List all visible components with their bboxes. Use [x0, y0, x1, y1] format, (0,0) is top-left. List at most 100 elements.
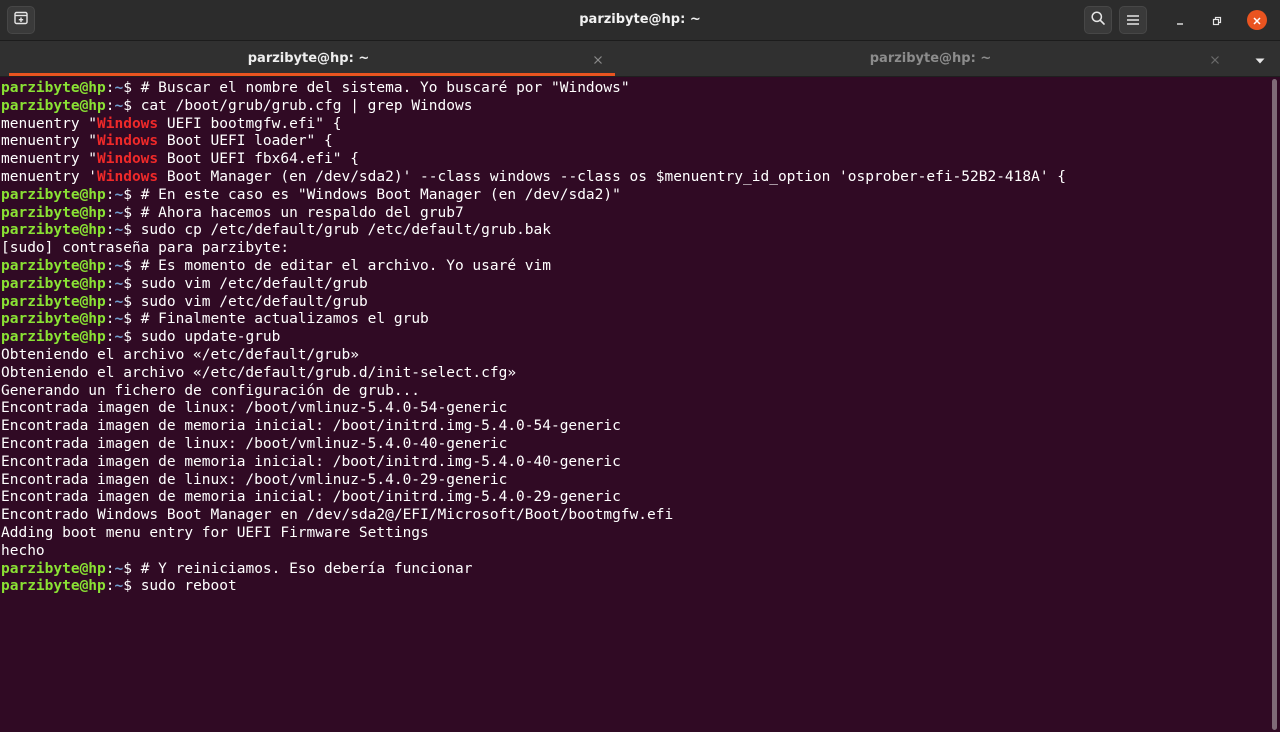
new-tab-button[interactable]	[7, 6, 35, 34]
grep-match: Windows	[97, 151, 159, 168]
prompt-symbol: $	[123, 186, 141, 203]
prompt-path: ~	[114, 204, 124, 221]
close-icon	[593, 50, 603, 69]
terminal-line: parzibyte@hp:~$ # Buscar el nombre del s…	[1, 79, 630, 97]
prompt-user-host: parzibyte@hp	[1, 311, 106, 328]
prompt-user-host: parzibyte@hp	[1, 80, 106, 96]
terminal-line: Encontrada imagen de linux: /boot/vmlinu…	[1, 399, 507, 417]
terminal-line: menuentry "Windows Boot UEFI fbx64.efi" …	[1, 150, 359, 168]
prompt-separator: :	[105, 578, 115, 595]
terminal-line: parzibyte@hp:~$ sudo reboot	[1, 577, 237, 595]
output-text: Obteniendo el archivo «/etc/default/grub…	[1, 347, 359, 363]
prompt-path: ~	[114, 258, 124, 274]
prompt-path: ~	[114, 329, 124, 346]
terminal-output[interactable]: parzibyte@hp:~$ # Buscar el nombre del s…	[0, 77, 1268, 732]
terminal-line: parzibyte@hp:~$ # Finalmente actualizamo…	[1, 310, 429, 328]
terminal-scrollbar[interactable]	[1272, 79, 1277, 730]
prompt-symbol: $	[123, 329, 141, 346]
prompt-path: ~	[114, 275, 124, 292]
terminal-line: menuentry "Windows Boot UEFI loader" {	[1, 132, 333, 150]
prompt-user-host: parzibyte@hp	[1, 293, 106, 310]
output-text: menuentry '	[1, 169, 98, 185]
command-text: sudo vim /etc/default/grub	[140, 275, 368, 292]
tab-bar: parzibyte@hp: ~ parzibyte@hp: ~	[0, 41, 1280, 77]
tab-terminal-2[interactable]: parzibyte@hp: ~	[622, 41, 1239, 76]
output-text: [sudo] contraseña para parzibyte:	[1, 240, 290, 257]
prompt-separator: :	[105, 293, 115, 310]
menu-button[interactable]	[1119, 6, 1147, 34]
tab-terminal-1[interactable]: parzibyte@hp: ~	[0, 41, 617, 76]
tab-close-button[interactable]	[1208, 52, 1222, 66]
terminal-line: parzibyte@hp:~$ sudo vim /etc/default/gr…	[1, 293, 368, 311]
close-window-button[interactable]	[1247, 10, 1267, 30]
tab-label: parzibyte@hp: ~	[869, 51, 992, 66]
prompt-symbol: $	[123, 222, 141, 239]
terminal-window: parzibyte@hp: ~ parzibyte@hp: ~ parzibyt…	[0, 0, 1280, 732]
prompt-separator: :	[105, 97, 115, 114]
tab-label: parzibyte@hp: ~	[247, 51, 370, 66]
new-tab-icon	[13, 10, 29, 30]
prompt-separator: :	[105, 186, 115, 203]
output-text: Obteniendo el archivo «/etc/default/grub…	[1, 364, 517, 381]
grep-match: Windows	[97, 133, 159, 150]
command-text: # Y reiniciamos. Eso debería funcionar	[140, 560, 473, 577]
maximize-button[interactable]	[1207, 10, 1227, 30]
prompt-separator: :	[105, 258, 115, 274]
prompt-user-host: parzibyte@hp	[1, 222, 106, 239]
terminal-line: parzibyte@hp:~$ # Y reiniciamos. Eso deb…	[1, 560, 472, 578]
grep-match: Windows	[97, 169, 159, 185]
output-text: menuentry "	[1, 151, 98, 168]
output-text: Encontrada imagen de linux: /boot/vmlinu…	[1, 400, 508, 417]
tabs-menu-button[interactable]	[1252, 52, 1268, 66]
terminal-line: parzibyte@hp:~$ # Ahora hacemos un respa…	[1, 204, 464, 222]
maximize-icon	[1212, 11, 1222, 30]
output-text: Encontrada imagen de memoria inicial: /b…	[1, 418, 621, 435]
command-text: # Buscar el nombre del sistema. Yo busca…	[140, 80, 630, 96]
prompt-symbol: $	[123, 97, 141, 114]
terminal-line: hecho	[1, 542, 45, 560]
prompt-symbol: $	[123, 204, 141, 221]
prompt-path: ~	[114, 222, 124, 239]
prompt-path: ~	[114, 97, 124, 114]
terminal-line: Obteniendo el archivo «/etc/default/grub…	[1, 346, 359, 364]
close-icon	[1210, 50, 1220, 69]
command-text: sudo reboot	[140, 578, 237, 595]
header-bar: parzibyte@hp: ~	[0, 0, 1280, 41]
terminal-line: Generando un fichero de configuración de…	[1, 382, 420, 400]
output-text: Encontrada imagen de memoria inicial: /b…	[1, 489, 621, 506]
prompt-user-host: parzibyte@hp	[1, 97, 106, 114]
command-text: # Es momento de editar el archivo. Yo us…	[140, 258, 552, 274]
command-text: sudo vim /etc/default/grub	[140, 293, 368, 310]
command-text: # Ahora hacemos un respaldo del grub7	[140, 204, 464, 221]
terminal-line: [sudo] contraseña para parzibyte:	[1, 239, 289, 257]
output-text: menuentry "	[1, 115, 98, 132]
prompt-path: ~	[114, 293, 124, 310]
prompt-symbol: $	[123, 275, 141, 292]
terminal-line: Encontrada imagen de memoria inicial: /b…	[1, 453, 621, 471]
terminal-line: menuentry 'Windows Boot Manager (en /dev…	[1, 168, 1066, 186]
command-text: cat /boot/grub/grub.cfg | grep Windows	[140, 97, 473, 114]
output-text: Encontrada imagen de linux: /boot/vmlinu…	[1, 471, 508, 488]
prompt-path: ~	[114, 80, 124, 96]
terminal-line: parzibyte@hp:~$ sudo update-grub	[1, 328, 280, 346]
output-text: Encontrada imagen de linux: /boot/vmlinu…	[1, 436, 508, 452]
output-text: Boot UEFI loader" {	[158, 133, 333, 150]
terminal-line: Obteniendo el archivo «/etc/default/grub…	[1, 364, 516, 382]
prompt-symbol: $	[123, 293, 141, 310]
active-tab-indicator	[9, 73, 615, 76]
minimize-icon	[1175, 11, 1185, 30]
tab-close-button[interactable]	[591, 52, 605, 66]
prompt-user-host: parzibyte@hp	[1, 204, 106, 221]
prompt-path: ~	[114, 578, 124, 595]
command-text: sudo cp /etc/default/grub /etc/default/g…	[140, 222, 552, 239]
prompt-separator: :	[105, 275, 115, 292]
prompt-path: ~	[114, 186, 124, 203]
prompt-user-host: parzibyte@hp	[1, 275, 106, 292]
prompt-separator: :	[105, 329, 115, 346]
output-text: Encontrado Windows Boot Manager en /dev/…	[1, 507, 674, 524]
prompt-symbol: $	[123, 578, 141, 595]
prompt-symbol: $	[123, 258, 141, 274]
output-text: Boot Manager (en /dev/sda2)' --class win…	[158, 169, 1067, 185]
search-button[interactable]	[1084, 6, 1112, 34]
minimize-button[interactable]	[1170, 10, 1190, 30]
